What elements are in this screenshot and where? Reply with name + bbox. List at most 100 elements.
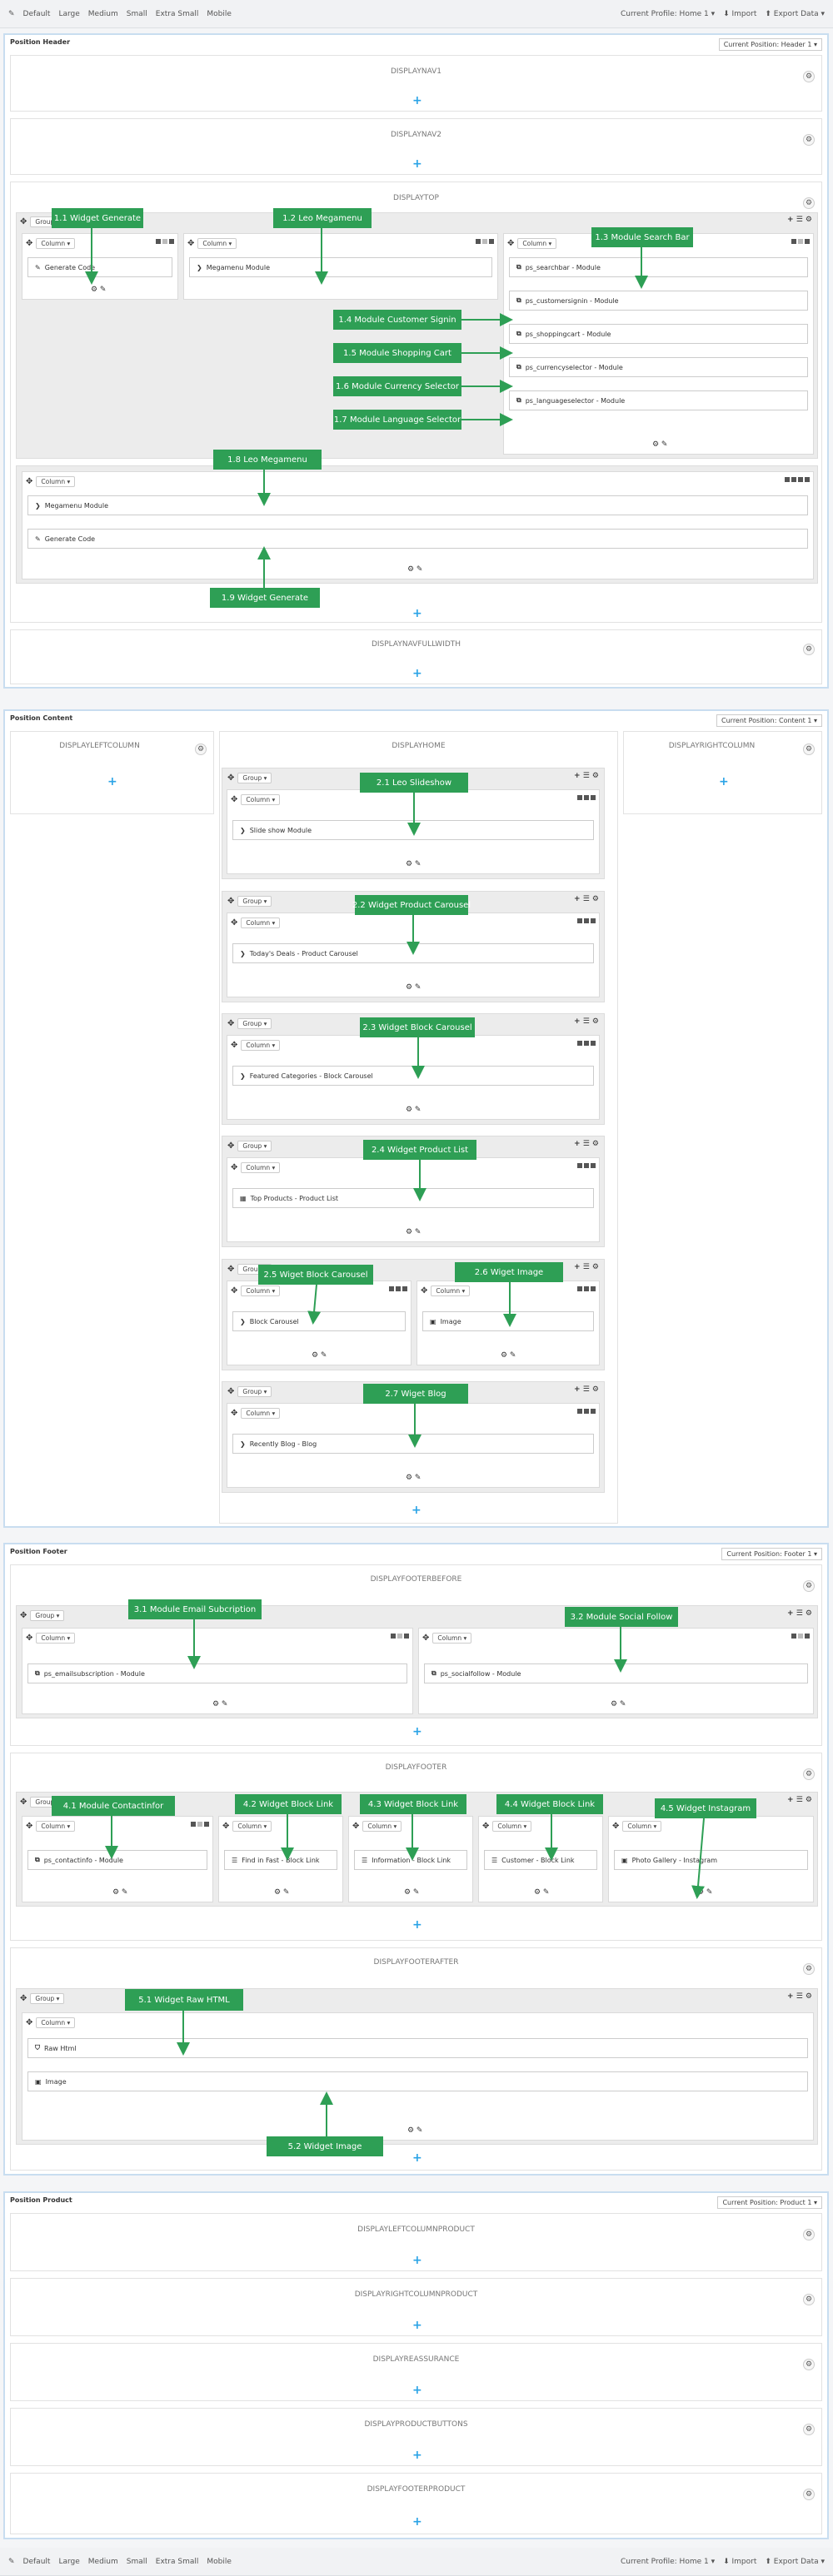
width-icons[interactable] — [577, 918, 596, 923]
move-icon[interactable]: ✥ — [20, 1994, 27, 2003]
profile-select[interactable]: Current Profile: Home 1 ▾ — [621, 10, 715, 18]
move-icon[interactable]: ✥ — [227, 1387, 234, 1396]
column-dropdown[interactable]: Column ▾ — [36, 1820, 76, 1832]
column-dropdown[interactable]: Column ▾ — [492, 1820, 532, 1832]
width-icons[interactable] — [191, 1822, 209, 1827]
move-icon[interactable]: ✥ — [231, 1163, 237, 1172]
group-tools[interactable]: + ☰ ⚙ — [574, 1385, 599, 1394]
module-item[interactable]: ▦ Top Products - Product List — [232, 1188, 594, 1208]
column-dropdown[interactable]: Column ▾ — [517, 237, 557, 249]
import-button[interactable]: ⬇ Import — [723, 2558, 756, 2566]
pen-icon[interactable]: ✎ — [8, 2558, 15, 2566]
group-dropdown[interactable]: Group ▾ — [237, 1140, 272, 1151]
gear-icon[interactable]: ⚙ — [803, 197, 815, 209]
column-footer-icons[interactable]: ⚙ ✎ — [112, 1888, 127, 1897]
column-dropdown[interactable]: Column ▾ — [241, 1407, 281, 1419]
gear-icon[interactable]: ⚙ — [803, 71, 815, 82]
column-dropdown[interactable]: Column ▾ — [241, 793, 281, 805]
width-icons[interactable] — [785, 477, 810, 482]
module-block-link[interactable]: ☰ Customer - Block Link — [484, 1850, 597, 1870]
export-button[interactable]: ⬆ Export Data ▾ — [765, 10, 825, 18]
group-tools[interactable]: + ☰ ⚙ — [787, 1992, 812, 2001]
width-icons[interactable] — [791, 1634, 810, 1639]
column-dropdown[interactable]: Column ▾ — [431, 1285, 471, 1296]
module-item[interactable]: ❯ Featured Categories - Block Carousel — [232, 1066, 594, 1086]
position-footer-select[interactable]: Current Position: Footer 1 ▾ — [721, 1548, 822, 1560]
move-icon[interactable]: ✥ — [20, 1611, 27, 1620]
width-icons[interactable] — [577, 795, 596, 800]
group-dropdown[interactable]: Group ▾ — [237, 895, 272, 907]
module-megamenu[interactable]: ❯ Megamenu Module — [189, 257, 492, 277]
move-icon[interactable]: ✥ — [20, 1798, 27, 1807]
group-dropdown[interactable]: Group ▾ — [237, 1017, 272, 1029]
move-icon[interactable]: ✥ — [482, 1822, 489, 1831]
export-button[interactable]: ⬆ Export Data ▾ — [765, 2558, 825, 2566]
group-tools[interactable]: + ☰ ⚙ — [787, 216, 812, 224]
add-group-plus-icon[interactable]: + — [107, 776, 117, 788]
gear-icon[interactable]: ⚙ — [803, 2424, 815, 2435]
column-dropdown[interactable]: Column ▾ — [232, 1820, 272, 1832]
group-dropdown[interactable]: Group ▾ — [237, 1385, 272, 1397]
device-mobile[interactable]: Mobile — [207, 2558, 232, 2566]
column-footer-icons[interactable]: ⚙ ✎ — [406, 1474, 421, 1482]
import-button[interactable]: ⬇ Import — [723, 10, 756, 18]
column-dropdown[interactable]: Column ▾ — [36, 475, 76, 487]
move-icon[interactable]: ✥ — [26, 1822, 32, 1831]
move-icon[interactable]: ✥ — [222, 1822, 229, 1831]
device-large[interactable]: Large — [58, 10, 79, 18]
column-dropdown[interactable]: Column ▾ — [622, 1820, 662, 1832]
device-mobile[interactable]: Mobile — [207, 10, 232, 18]
module-currencyselector[interactable]: ⧉ ps_currencyselector - Module — [509, 357, 808, 377]
module-emailsubscription[interactable]: ⧉ ps_emailsubscription - Module — [27, 1663, 407, 1683]
move-icon[interactable]: ✥ — [26, 239, 32, 248]
column-footer-icons[interactable]: ⚙ ✎ — [652, 440, 667, 449]
module-shoppingcart[interactable]: ⧉ ps_shoppingcart - Module — [509, 324, 808, 344]
column-dropdown[interactable]: Column ▾ — [36, 1632, 76, 1644]
width-icons[interactable] — [577, 1041, 596, 1046]
gear-icon[interactable]: ⚙ — [803, 1580, 815, 1592]
module-item[interactable]: ❯ Slide show Module — [232, 820, 594, 840]
device-default[interactable]: Default — [23, 2558, 51, 2566]
gear-icon[interactable]: ⚙ — [195, 743, 207, 755]
width-icons[interactable] — [389, 1286, 407, 1291]
add-group-plus-icon[interactable]: + — [412, 95, 422, 107]
move-icon[interactable]: ✥ — [227, 1265, 234, 1274]
module-item[interactable]: ❯ Recently Blog - Blog — [232, 1434, 594, 1454]
column-footer-icons[interactable]: ⚙ ✎ — [697, 1888, 712, 1897]
column-footer-icons[interactable]: ⚙ ✎ — [404, 1888, 419, 1897]
module-megamenu[interactable]: ❯ Megamenu Module — [27, 495, 808, 515]
column-footer-icons[interactable]: ⚙ ✎ — [406, 983, 421, 992]
move-icon[interactable]: ✥ — [421, 1286, 427, 1295]
move-icon[interactable]: ✥ — [422, 1634, 429, 1643]
module-item[interactable]: ❯ Today's Deals - Product Carousel — [232, 943, 594, 963]
width-icons[interactable] — [156, 239, 174, 244]
column-footer-icons[interactable]: ⚙ ✎ — [91, 286, 106, 294]
column-dropdown[interactable]: Column ▾ — [36, 237, 76, 249]
move-icon[interactable]: ✥ — [507, 239, 514, 248]
column-footer-icons[interactable]: ⚙ ✎ — [406, 1106, 421, 1114]
device-extra-small[interactable]: Extra Small — [156, 10, 199, 18]
module-contactinfo[interactable]: ⧉ ps_contactinfo - Module — [27, 1850, 207, 1870]
group-tools[interactable]: + ☰ ⚙ — [574, 1140, 599, 1148]
module-customersignin[interactable]: ⧉ ps_customersignin - Module — [509, 291, 808, 311]
device-small[interactable]: Small — [127, 2558, 147, 2566]
move-icon[interactable]: ✥ — [26, 1634, 32, 1643]
width-icons[interactable] — [577, 1409, 596, 1414]
column-dropdown[interactable]: Column ▾ — [432, 1632, 472, 1644]
group-tools[interactable]: + ☰ ⚙ — [787, 1796, 812, 1804]
add-group-plus-icon[interactable]: + — [412, 158, 422, 170]
column-dropdown[interactable]: Column ▾ — [241, 1039, 281, 1051]
column-footer-icons[interactable]: ⚙ ✎ — [407, 2126, 422, 2135]
column-dropdown[interactable]: Column ▾ — [362, 1820, 402, 1832]
group-dropdown[interactable]: Group ▾ — [237, 772, 272, 783]
module-item[interactable]: ❯ Block Carousel — [232, 1311, 406, 1331]
width-icons[interactable] — [577, 1163, 596, 1168]
group-tools[interactable]: + ☰ ⚙ — [574, 1017, 599, 1026]
add-group-plus-icon[interactable]: + — [719, 776, 729, 788]
position-header-select[interactable]: Current Position: Header 1 ▾ — [718, 38, 822, 51]
position-product-select[interactable]: Current Position: Product 1 ▾ — [717, 2196, 822, 2209]
move-icon[interactable]: ✥ — [612, 1822, 619, 1831]
move-icon[interactable]: ✥ — [227, 897, 234, 906]
gear-icon[interactable]: ⚙ — [803, 2229, 815, 2240]
move-icon[interactable]: ✥ — [227, 773, 234, 783]
